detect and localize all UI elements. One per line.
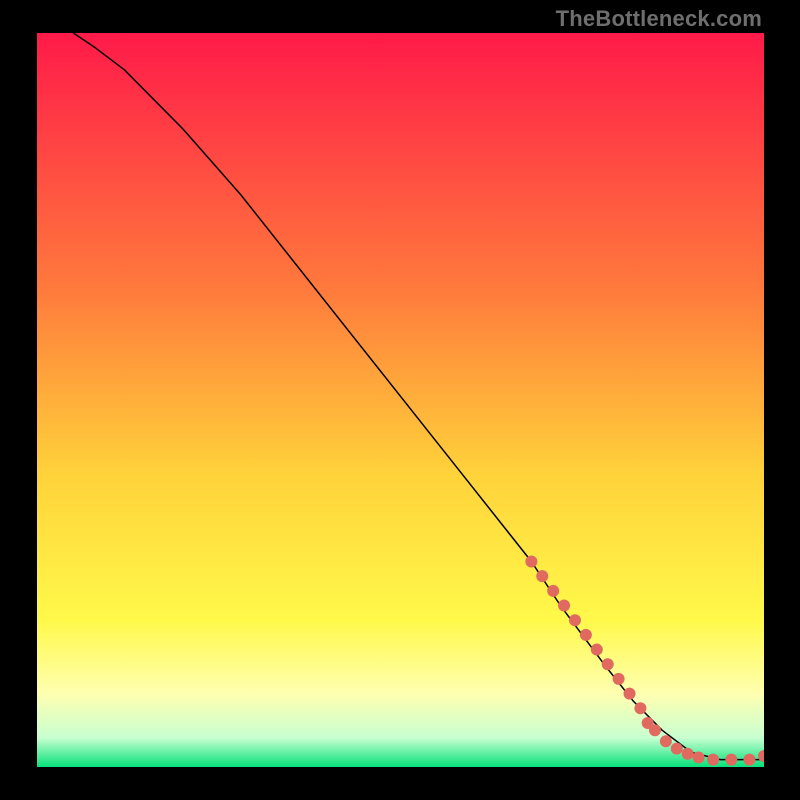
data-marker bbox=[634, 702, 646, 714]
chart-svg bbox=[37, 33, 764, 767]
chart-frame: TheBottleneck.com bbox=[0, 0, 800, 800]
data-marker bbox=[569, 614, 581, 626]
data-marker bbox=[649, 724, 661, 736]
data-marker bbox=[707, 754, 719, 766]
data-marker bbox=[725, 754, 737, 766]
data-marker bbox=[743, 754, 755, 766]
data-marker bbox=[580, 629, 592, 641]
data-marker bbox=[547, 585, 559, 597]
data-marker bbox=[613, 673, 625, 685]
data-marker bbox=[591, 644, 603, 656]
data-marker bbox=[525, 555, 537, 567]
data-marker bbox=[660, 735, 672, 747]
data-marker bbox=[693, 751, 705, 763]
data-marker bbox=[536, 570, 548, 582]
data-marker bbox=[602, 658, 614, 670]
plot-area bbox=[37, 33, 764, 767]
data-marker bbox=[558, 600, 570, 612]
gradient-background bbox=[37, 33, 764, 767]
data-marker bbox=[682, 748, 694, 760]
watermark-text: TheBottleneck.com bbox=[556, 6, 762, 32]
data-marker bbox=[624, 688, 636, 700]
data-marker bbox=[671, 743, 683, 755]
